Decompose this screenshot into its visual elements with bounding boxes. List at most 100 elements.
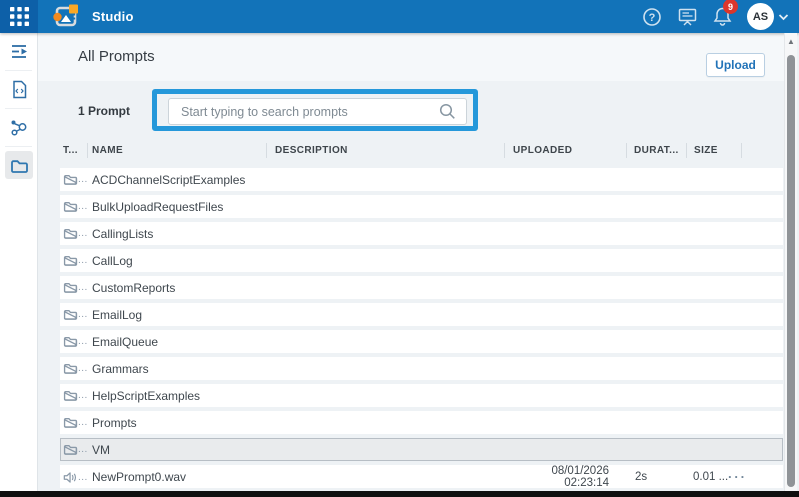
svg-text:?: ? [649,12,656,24]
table-row[interactable]: ...VM [60,438,783,461]
avatar[interactable]: AS [747,3,774,30]
folder-icon [63,281,78,294]
folder-icon [63,362,78,375]
table-row[interactable]: ...CallingLists [60,222,783,245]
search-icon[interactable] [439,103,456,120]
folder-icon [63,335,78,348]
table-row[interactable]: ...HelpScriptExamples [60,384,783,407]
type-ellipsis: ... [78,444,88,455]
column-header-actions [742,143,783,158]
search-box [168,98,467,125]
screenshot-bottom-border [0,491,799,497]
row-type-cell: ... [60,335,88,348]
type-ellipsis: ... [78,390,88,401]
row-name: EmailLog [88,308,267,322]
row-name: CustomReports [88,281,267,295]
type-ellipsis: ... [78,336,88,347]
sidebar-item-script-files[interactable] [0,71,38,108]
row-name: HelpScriptExamples [88,389,267,403]
code-file-icon [11,80,28,99]
folder-icon [63,389,78,402]
table-row[interactable]: ...Prompts [60,411,783,434]
column-header-duration[interactable]: DURAT... [627,143,687,158]
table-row[interactable]: ...Grammars [60,357,783,380]
row-type-cell: ... [60,173,88,186]
chevron-down-icon [778,13,789,21]
app-title: Studio [92,0,134,33]
sidebar-item-files[interactable] [0,147,38,184]
row-type-cell: ... [60,416,88,429]
row-name: CallLog [88,254,267,268]
type-ellipsis: ... [78,228,88,239]
scrollbar-thumb[interactable] [787,55,795,487]
folder-icon [63,416,78,429]
type-ellipsis: ... [78,255,88,266]
table-row[interactable]: ...BulkUploadRequestFiles [60,195,783,218]
row-name: Grammars [88,362,267,376]
row-name: ACDChannelScriptExamples [88,173,267,187]
row-menu-button[interactable]: ··· [728,470,747,485]
folder-icon [63,254,78,267]
folder-icon [63,227,78,240]
table-header-row: T... NAME DESCRIPTION UPLOADED DURAT... … [60,137,783,163]
row-type-cell: ... [60,308,88,321]
row-type-cell: ... [60,389,88,402]
row-type-cell: ... [60,200,88,213]
user-menu[interactable]: AS [747,3,789,30]
row-name: EmailQueue [88,335,267,349]
folder-icon [10,158,29,174]
row-type-cell: ... [60,254,88,267]
studio-logo [52,4,80,34]
folder-icon [63,200,78,213]
folder-icon [63,173,78,186]
page-title: All Prompts [78,48,155,65]
table-row[interactable]: ...NewPrompt0.wav08/01/2026 02:23:142s0.… [60,465,783,488]
script-list-icon [10,43,29,60]
scrollbar[interactable]: ▲ [784,33,797,491]
table-row[interactable]: ...CallLog [60,249,783,272]
bell-icon[interactable]: 9 [713,6,732,27]
presentation-icon[interactable] [677,6,698,27]
type-ellipsis: ... [78,174,88,185]
row-duration: 2s [627,471,687,483]
notification-badge: 9 [723,0,738,14]
audio-file-icon [63,471,78,484]
column-header-name[interactable]: NAME [88,143,267,158]
sidebar-item-scripts[interactable] [0,33,38,70]
type-ellipsis: ... [78,282,88,293]
type-ellipsis: ... [78,309,88,320]
row-type-cell: ... [60,362,88,375]
upload-button[interactable]: Upload [706,53,765,77]
row-type-cell: ... [60,471,88,484]
table-body: ...ACDChannelScriptExamples...BulkUpload… [60,168,783,488]
type-ellipsis: ... [78,472,88,483]
annotation-highlight-box [152,89,478,131]
sidebar [0,33,38,491]
table-row[interactable]: ...ACDChannelScriptExamples [60,168,783,191]
table-row[interactable]: ...CustomReports [60,276,783,299]
type-ellipsis: ... [78,201,88,212]
row-name: VM [88,443,267,457]
sidebar-item-flows[interactable] [0,109,38,146]
row-name: NewPrompt0.wav [88,470,267,484]
help-icon[interactable]: ? [642,7,662,27]
table-row[interactable]: ...EmailQueue [60,330,783,353]
column-header-size[interactable]: SIZE [687,143,742,158]
scrollbar-up-arrow[interactable]: ▲ [785,37,797,46]
row-type-cell: ... [60,227,88,240]
type-ellipsis: ... [78,417,88,428]
app-launcher-button[interactable] [0,0,38,33]
row-type-cell: ... [60,281,88,294]
prompt-count: 1 Prompt [78,104,130,118]
top-bar: Studio ? 9 AS [0,0,799,33]
type-ellipsis: ... [78,363,88,374]
flow-branch-icon [10,119,28,137]
row-uploaded: 08/01/2026 02:23:14 [505,465,627,489]
column-header-type[interactable]: T... [60,143,88,158]
column-header-uploaded[interactable]: UPLOADED [505,143,627,158]
app-launcher-icon [10,7,29,26]
folder-icon [63,308,78,321]
search-input[interactable] [169,105,439,119]
column-header-description[interactable]: DESCRIPTION [267,143,505,158]
table-row[interactable]: ...EmailLog [60,303,783,326]
